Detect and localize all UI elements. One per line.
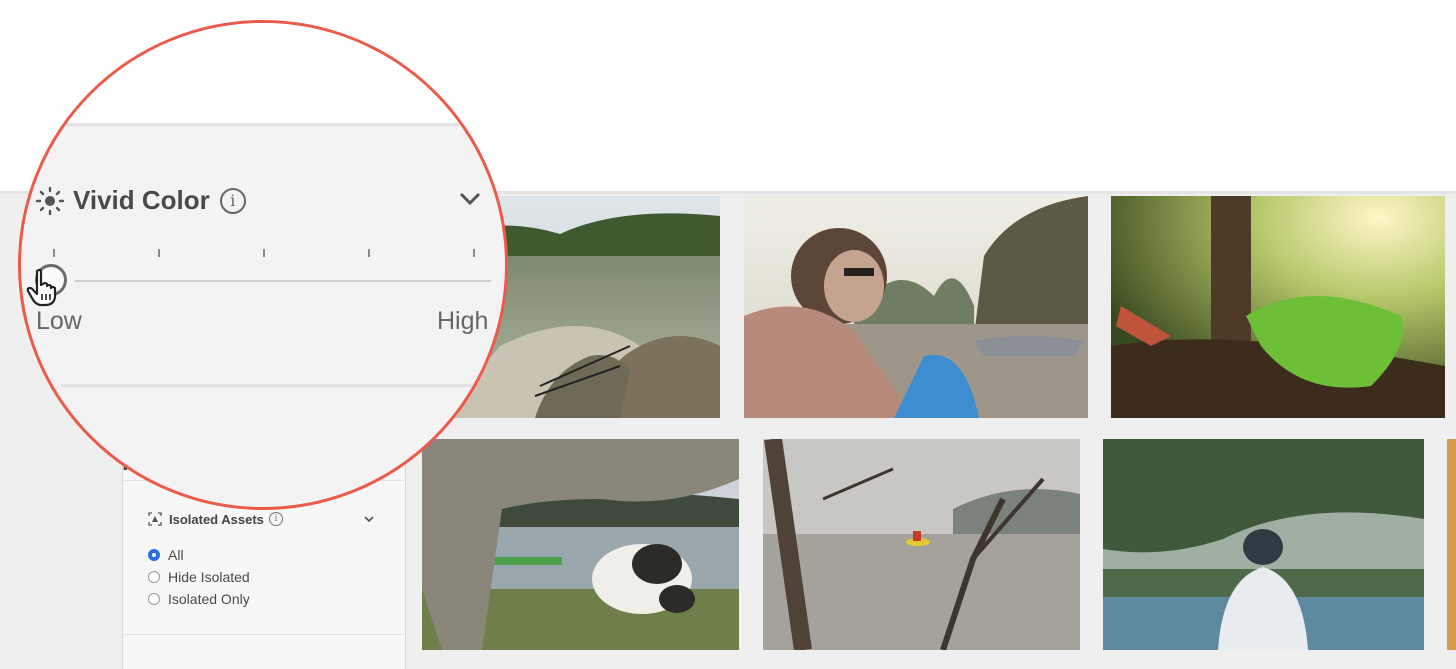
isolated-assets-label: Isolated Assets — [169, 511, 264, 527]
radio-label: Hide Isolated — [168, 569, 250, 585]
vivid-color-slider-track[interactable] — [75, 280, 491, 282]
radio-button[interactable] — [148, 549, 160, 561]
slider-high-label: High — [437, 307, 489, 335]
slider-tick — [473, 249, 475, 257]
chevron-down-icon[interactable] — [457, 189, 483, 209]
radio-option-all[interactable]: All — [148, 547, 184, 563]
chevron-down-icon[interactable] — [362, 512, 376, 526]
info-icon[interactable]: i — [268, 512, 283, 526]
isolated-assets-header[interactable]: Isolated Assets i — [148, 510, 376, 528]
lens-header-area — [21, 23, 505, 123]
zoom-magnifier: Vivid Color i Low High — [18, 20, 508, 510]
green-kayak-forest-photo[interactable] — [1111, 196, 1445, 418]
radio-button[interactable] — [148, 593, 160, 605]
info-icon[interactable]: i — [219, 187, 246, 214]
radio-label: All — [168, 547, 184, 563]
vivid-color-title: Vivid Color — [73, 185, 210, 215]
slider-tick — [158, 249, 160, 257]
hand-cursor-icon — [26, 268, 57, 307]
sun-icon — [35, 186, 65, 215]
woman-kayak-sunglasses-photo[interactable] — [744, 196, 1088, 418]
radio-button[interactable] — [148, 571, 160, 583]
radio-label: Isolated Only — [168, 591, 250, 607]
lens-divider — [61, 384, 505, 387]
vivid-color-header[interactable]: Vivid Color i — [35, 185, 246, 216]
lens-divider — [61, 123, 505, 126]
radio-option-isolated-only[interactable]: Isolated Only — [148, 591, 250, 607]
partial-photo-edge[interactable] — [1447, 439, 1456, 650]
slider-tick — [368, 249, 370, 257]
slider-tick — [263, 249, 265, 257]
slider-tick — [53, 249, 55, 257]
sidebar-divider — [123, 634, 404, 635]
kayakers-fog-branches-photo[interactable] — [763, 439, 1080, 650]
child-river-trees-photo[interactable] — [1103, 439, 1424, 650]
isolate-icon — [148, 512, 162, 526]
goat-grazing-lake-photo[interactable] — [422, 439, 739, 650]
radio-option-hide-isolated[interactable]: Hide Isolated — [148, 569, 250, 585]
slider-low-label: Low — [36, 307, 82, 335]
